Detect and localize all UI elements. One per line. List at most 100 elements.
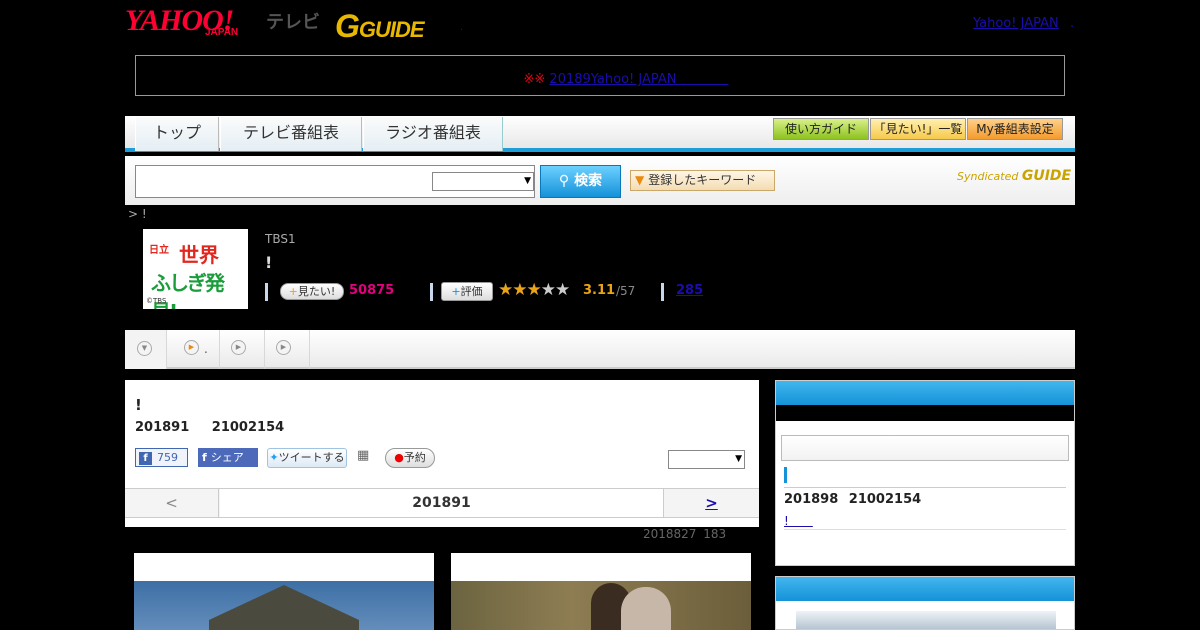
gguide-logo-text: GUIDE (358, 17, 425, 42)
subtab-2[interactable]: ▶ (221, 330, 265, 369)
syndicated-logo-text: GUIDE (1021, 168, 1072, 184)
photo-card[interactable] (134, 553, 434, 630)
divider-bar (661, 283, 664, 301)
mitai-list-button[interactable]: 「見たい!」一覧 (870, 118, 966, 140)
program-logo-maker: 日立 (149, 245, 169, 256)
facebook-like-count: 759 (157, 451, 178, 464)
episode-box: ! 201891 21002154 f 759 f シェア ✦ツイートする ▦ ●予… (125, 380, 759, 527)
facebook-icon: f (202, 451, 207, 464)
sidebar-image[interactable] (796, 611, 1056, 629)
search-genre-select[interactable]: ▼ (432, 172, 534, 191)
notice-mark: ※※ (523, 72, 546, 87)
tweet-label: ツイートする (278, 451, 345, 464)
saved-keyword-label: 登録したキーワード (648, 173, 757, 187)
facebook-like-button[interactable]: f 759 (135, 448, 188, 467)
reserve-label: 予約 (403, 451, 426, 464)
syndicated-label: Syndicated (957, 170, 1019, 183)
search-button-label: 検索 (574, 173, 603, 189)
chevron-down-icon: ▼ (524, 176, 531, 186)
notice-banner: ※※ 20189Yahoo! JAPAN (135, 55, 1065, 96)
program-title: ! (265, 253, 273, 272)
rating-stars: ★★★★★ (498, 280, 570, 300)
tab-top[interactable]: トップ (135, 117, 219, 151)
episode-datetime: 201891 21002154 (135, 420, 285, 435)
subtab-toggle[interactable]: ▼ (125, 330, 167, 369)
star-empty-icon: ★ (540, 280, 556, 300)
pager-prev[interactable]: < (125, 489, 219, 517)
tab-tv-listings[interactable]: テレビ番組表 (220, 117, 362, 151)
star-filled-icon: ★ (512, 280, 527, 300)
play-icon: ▶ (276, 340, 291, 355)
gguide-logo-g: G (335, 8, 360, 44)
photo-card[interactable] (451, 553, 751, 630)
divider (784, 487, 1066, 488)
program-logo-title1: 世界 (179, 243, 219, 267)
twitter-bird-icon: ✦ (269, 451, 279, 464)
search-bar: ▼ ⚲ 検索 ▼ 登録したキーワード Syndicated GUIDE (125, 156, 1075, 205)
photo-person (621, 587, 671, 630)
sidebar-input[interactable] (781, 435, 1069, 461)
sidebar-header (776, 577, 1074, 601)
main-nav: トップ テレビ番組表 ラジオ番組表 使い方ガイド 「見たい!」一覧 My番組表設… (125, 116, 1075, 152)
divider-bar (430, 283, 433, 301)
mitai-button-label: 見たい! (297, 285, 336, 298)
yahoo-japan-logo-sub: JAPAN (205, 27, 239, 38)
program-subtabs: ▼ ▶ . ▶ ▶ (125, 330, 1075, 369)
notice-link[interactable]: 20189Yahoo! JAPAN (549, 72, 728, 87)
header-dot-right: . (1070, 16, 1075, 31)
chevron-down-icon: ▼ (137, 341, 152, 356)
divider-bar (265, 283, 268, 301)
sidebar-header (776, 381, 1074, 405)
syndicated-gguide-logo: Syndicated GUIDE (957, 168, 1071, 184)
sidebar-header-band (776, 405, 1074, 421)
play-icon: ▶ (184, 340, 199, 355)
star-empty-icon: ★ (555, 280, 570, 300)
tv-logo-label: テレビ (266, 12, 320, 33)
sidebar-accent-bar (784, 467, 787, 483)
play-icon: ▶ (231, 340, 246, 355)
pager-next[interactable]: > (663, 489, 759, 517)
review-count-link[interactable]: 285 (676, 283, 703, 298)
episode-select[interactable]: ▼ (668, 450, 745, 469)
facebook-share-button[interactable]: f シェア (198, 448, 258, 467)
reserve-button[interactable]: ●予約 (385, 448, 435, 468)
calendar-add-icon[interactable]: ▦ (357, 448, 374, 465)
rating-total: /57 (616, 284, 636, 298)
yahoo-japan-link[interactable]: Yahoo! JAPAN (973, 16, 1059, 31)
breadcrumb: > ! (128, 207, 147, 221)
facebook-share-label: シェア (210, 451, 244, 464)
my-settings-button[interactable]: My番組表設定 (967, 118, 1063, 140)
facebook-icon: f (139, 452, 152, 465)
triangle-down-icon: ▼ (635, 173, 645, 187)
program-logo-copyright: ©TBS (146, 297, 167, 305)
rate-button[interactable]: +評価 (441, 282, 493, 301)
mitai-count: 50875 (349, 283, 395, 298)
next-broadcast-datetime: 201898 21002154 (784, 492, 922, 507)
subtab-1[interactable]: ▶ . (168, 330, 220, 369)
record-dot-icon: ● (394, 451, 404, 464)
star-filled-icon: ★ (526, 280, 542, 300)
header-dot: . (460, 22, 464, 33)
tweet-button[interactable]: ✦ツイートする (267, 448, 347, 468)
plus-icon: + (451, 285, 461, 298)
saved-keyword-button[interactable]: ▼ 登録したキーワード (630, 170, 775, 191)
usage-guide-button[interactable]: 使い方ガイド (773, 118, 869, 140)
gguide-logo[interactable]: GGUIDE (335, 8, 425, 45)
search-icon: ⚲ (558, 173, 570, 189)
search-button[interactable]: ⚲ 検索 (540, 165, 621, 198)
sidebar-next-broadcast: 201898 21002154 ! (775, 380, 1075, 566)
mitai-button[interactable]: +見たい! (280, 283, 344, 300)
plus-icon: + (288, 285, 298, 298)
subtab-3[interactable]: ▶ (266, 330, 310, 369)
rate-button-label: 評価 (460, 285, 483, 298)
channel-name: TBS1 (265, 232, 296, 246)
program-thumbnail: 日立 世界 ふしぎ発見! ©TBS (143, 229, 248, 309)
tab-radio-listings[interactable]: ラジオ番組表 (363, 117, 503, 151)
episode-sub-info: 2018827 183 (643, 527, 727, 541)
next-broadcast-link[interactable]: ! (784, 512, 813, 529)
star-filled-icon: ★ (498, 280, 513, 300)
subtab-1-label: . (204, 342, 208, 356)
divider (784, 529, 1066, 530)
chevron-down-icon: ▼ (735, 454, 742, 464)
episode-title: ! (135, 396, 142, 414)
